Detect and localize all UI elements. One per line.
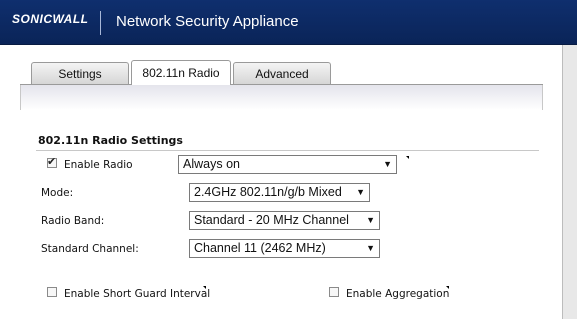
header-divider xyxy=(100,11,101,35)
tab-settings[interactable]: Settings xyxy=(31,62,129,84)
mode-label: Mode: xyxy=(41,187,74,199)
section-divider xyxy=(36,150,539,151)
aggregation-label: Enable Aggregation xyxy=(346,288,450,300)
mode-value: 2.4GHz 802.11n/g/b Mixed xyxy=(194,185,342,199)
tooltip-marker-icon xyxy=(203,286,206,289)
tab-advanced[interactable]: Advanced xyxy=(233,62,331,84)
tab-advanced-label: Advanced xyxy=(255,66,309,81)
mode-select[interactable]: 2.4GHz 802.11n/g/b Mixed ▼ xyxy=(189,183,370,202)
radio-band-label: Radio Band: xyxy=(41,215,105,227)
app-header: SONICWALL Network Security Appliance xyxy=(0,0,577,45)
radio-schedule-select[interactable]: Always on ▼ xyxy=(178,155,397,174)
chevron-down-icon: ▼ xyxy=(383,159,392,169)
tooltip-marker-icon xyxy=(406,156,409,159)
standard-channel-select[interactable]: Channel 11 (2462 MHz) ▼ xyxy=(189,239,380,258)
tab-802-11n-radio-label: 802.11n Radio xyxy=(142,66,220,80)
aggregation-checkbox[interactable] xyxy=(329,287,339,297)
app-title: Network Security Appliance xyxy=(116,13,299,30)
sonicwall-logo: SONICWALL xyxy=(12,12,89,26)
chevron-down-icon: ▼ xyxy=(356,187,365,197)
enable-radio-label: Enable Radio xyxy=(64,159,133,171)
chevron-down-icon: ▼ xyxy=(366,243,375,253)
radio-band-select[interactable]: Standard - 20 MHz Channel ▼ xyxy=(189,211,380,230)
short-guard-interval-label: Enable Short Guard Interval xyxy=(64,288,211,300)
radio-schedule-value: Always on xyxy=(183,157,240,171)
tab-settings-label: Settings xyxy=(58,66,102,81)
tab-panel-header xyxy=(20,85,543,110)
vertical-scrollbar[interactable] xyxy=(562,45,577,319)
radio-band-value: Standard - 20 MHz Channel xyxy=(194,213,349,227)
tooltip-marker-icon xyxy=(446,286,449,289)
enable-radio-checkbox[interactable] xyxy=(47,155,57,168)
short-guard-interval-checkbox[interactable] xyxy=(47,287,57,297)
chevron-down-icon: ▼ xyxy=(366,215,375,225)
tab-802-11n-radio[interactable]: 802.11n Radio xyxy=(131,60,231,85)
standard-channel-value: Channel 11 (2462 MHz) xyxy=(194,241,326,255)
standard-channel-label: Standard Channel: xyxy=(41,243,139,255)
section-title: 802.11n Radio Settings xyxy=(38,134,183,147)
